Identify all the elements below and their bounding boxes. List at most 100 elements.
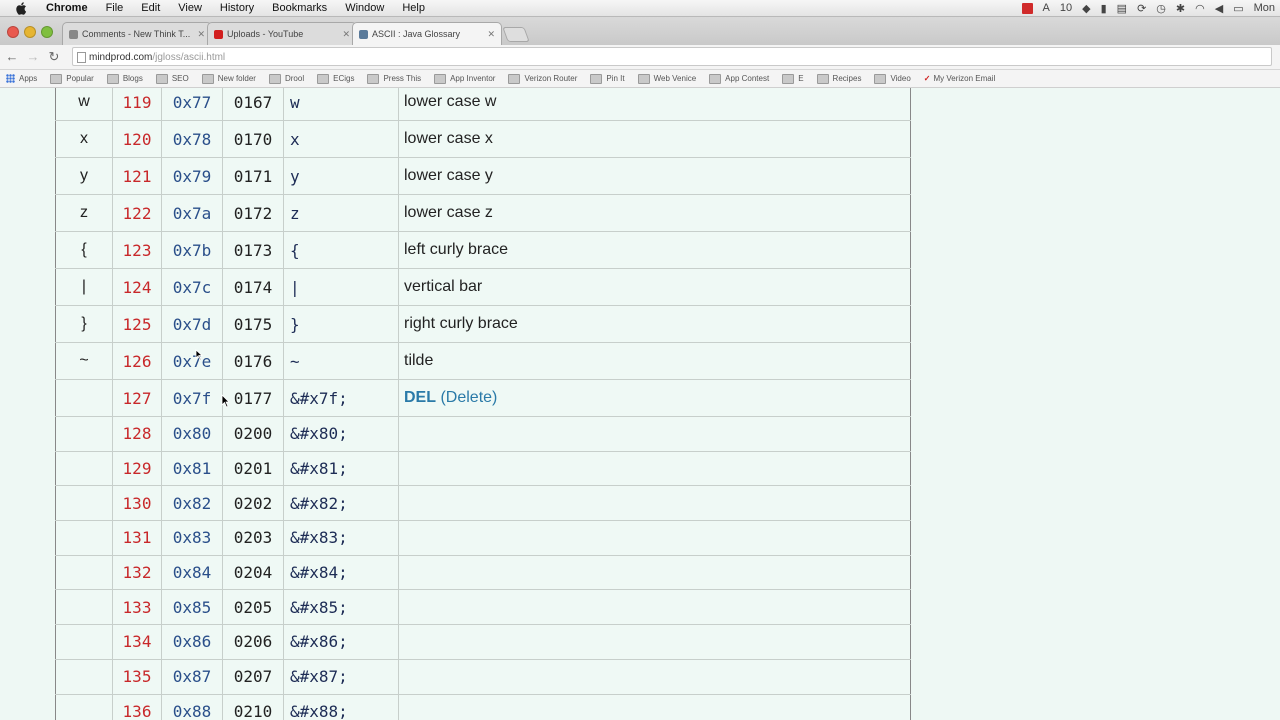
clock-text[interactable]: Mon — [1254, 2, 1275, 14]
folder-icon — [508, 73, 521, 84]
page-icon — [77, 52, 86, 63]
close-tab-icon[interactable]: ✕ — [342, 29, 350, 40]
octal-cell: 0174 — [222, 268, 284, 306]
folder-icon — [874, 73, 887, 84]
bluetooth-icon[interactable]: ✱ — [1176, 2, 1185, 15]
hex-cell: 0x82 — [161, 485, 223, 522]
bookmark-label: App Contest — [725, 74, 770, 83]
close-tab-icon[interactable]: ✕ — [197, 29, 205, 40]
dropbox-icon[interactable]: ◆ — [1082, 2, 1090, 15]
decimal-cell: 122 — [112, 194, 162, 232]
adobe-count: 10 — [1059, 2, 1073, 14]
bookmark-video[interactable]: Video — [874, 73, 911, 84]
entity-cell: { — [283, 231, 399, 269]
decimal-cell: 136 — [112, 694, 162, 720]
wifi-icon[interactable]: ◠ — [1195, 2, 1205, 15]
entity-cell: &#x88; — [283, 694, 399, 720]
menu-history[interactable]: History — [220, 2, 254, 14]
page-content: w 119 0x77 0167 w lower case w x 120 0x78 0170 x lo… — [0, 88, 1280, 720]
apple-icon[interactable] — [14, 1, 28, 15]
tab-comments[interactable]: Comments - New Think T... ✕ — [62, 22, 212, 45]
tab-uploads-youtube[interactable]: Uploads - YouTube ✕ — [207, 22, 357, 45]
bookmark-apps[interactable]: Apps — [6, 74, 37, 83]
forward-arrow-icon[interactable]: → — [25, 49, 41, 65]
folder-icon — [367, 73, 380, 84]
bookmark-blogs[interactable]: Blogs — [106, 73, 143, 84]
octal-cell: 0201 — [222, 451, 284, 487]
note-icon[interactable]: ▤ — [1117, 2, 1127, 15]
folder-icon — [709, 73, 722, 84]
volume-icon[interactable]: ◀ — [1215, 2, 1223, 15]
bookmark-app-contest[interactable]: App Contest — [709, 73, 770, 84]
hex-cell: 0x7a — [161, 194, 223, 232]
entity-cell: | — [283, 268, 399, 306]
back-arrow-icon[interactable]: ← — [4, 49, 20, 65]
menu-app-chrome[interactable]: Chrome — [46, 2, 88, 14]
zoom-window-button[interactable] — [41, 26, 53, 38]
entity-cell: &#x80; — [283, 416, 399, 452]
entity-cell: &#x84; — [283, 555, 399, 591]
table-row: ~126 0x7e 0176 ~ tilde — [55, 342, 911, 380]
bookmark-press-this[interactable]: Press This — [367, 73, 421, 84]
entity-cell: y — [283, 157, 399, 195]
new-tab-button[interactable] — [502, 27, 530, 42]
octal-cell: 0205 — [222, 589, 284, 626]
reload-icon[interactable]: ↻ — [46, 49, 62, 65]
menu-help[interactable]: Help — [402, 2, 425, 14]
bookmark-label: My Verizon Email — [933, 74, 996, 83]
bookmark-label: New folder — [217, 74, 256, 83]
bookmark-drool[interactable]: Drool — [268, 73, 304, 84]
entity-cell: &#x87; — [283, 659, 399, 695]
menu-window[interactable]: Window — [345, 2, 384, 14]
close-tab-icon[interactable]: ✕ — [487, 29, 495, 40]
minimize-window-button[interactable] — [24, 26, 36, 38]
clip-icon[interactable]: ▮ — [1101, 2, 1107, 15]
description-cell — [398, 694, 911, 720]
ascii-table-body: w 119 0x77 0167 w lower case w x 120 0x78 0170 x lo… — [55, 88, 911, 720]
bookmark-app-inventor[interactable]: App Inventor — [434, 73, 495, 84]
red-status-icon[interactable] — [1021, 2, 1033, 14]
hex-cell: 0x7d — [161, 305, 223, 343]
hex-cell: 0x88 — [161, 694, 223, 720]
character-cell: ~ — [55, 342, 113, 380]
menu-bookmarks[interactable]: Bookmarks — [272, 2, 327, 14]
menu-view[interactable]: View — [178, 2, 202, 14]
entity-cell: } — [283, 305, 399, 343]
bookmark-e[interactable]: E — [782, 73, 804, 84]
description-cell: right curly brace — [398, 305, 911, 343]
table-row: 135 0x87 0207 &#x87; — [55, 659, 911, 695]
tab-ascii-glossary[interactable]: ASCII : Java Glossary ✕ — [352, 22, 502, 45]
decimal-cell: 134 — [112, 624, 162, 660]
menu-file[interactable]: File — [106, 2, 124, 14]
description-cell: lower case w — [398, 88, 911, 121]
bookmark-ecigs[interactable]: ECigs — [317, 73, 354, 84]
tab-strip: Comments - New Think T... ✕ Uploads - Yo… — [0, 17, 1280, 45]
bookmark-my-verizon-email[interactable]: ✓ My Verizon Email — [924, 74, 996, 83]
character-cell: | — [55, 268, 113, 306]
bookmark-web-venice[interactable]: Web Venice — [637, 73, 696, 84]
bookmark-new-folder[interactable]: New folder — [201, 73, 256, 84]
table-row: 130 0x82 0202 &#x82; — [55, 485, 911, 522]
sync-icon[interactable]: ⟳ — [1137, 2, 1146, 15]
character-cell: { — [55, 231, 113, 269]
bookmark-verizon-router[interactable]: Verizon Router — [508, 73, 577, 84]
del-full-name: (Delete) — [440, 389, 498, 406]
bookmark-popular[interactable]: Popular — [50, 73, 94, 84]
bookmark-seo[interactable]: SEO — [155, 73, 189, 84]
octal-cell: 0204 — [222, 555, 284, 591]
address-bar[interactable]: mindprod.com/jgloss/ascii.html — [72, 47, 1272, 66]
bookmark-pin-it[interactable]: Pin It — [590, 73, 625, 84]
battery-icon[interactable]: ▭ — [1233, 2, 1243, 15]
hex-cell: 0x83 — [161, 520, 223, 556]
decimal-cell: 131 — [112, 520, 162, 556]
bookmark-label: Pin It — [606, 74, 625, 83]
tab-label: Comments - New Think T... — [82, 29, 191, 39]
time-machine-icon[interactable]: ◷ — [1156, 2, 1166, 15]
close-window-button[interactable] — [7, 26, 19, 38]
bookmark-recipes[interactable]: Recipes — [816, 73, 861, 84]
character-cell — [55, 451, 113, 487]
decimal-cell: 126 — [112, 342, 162, 380]
menu-edit[interactable]: Edit — [141, 2, 160, 14]
description-cell — [398, 416, 911, 452]
adobe-icon[interactable]: A — [1043, 2, 1050, 14]
